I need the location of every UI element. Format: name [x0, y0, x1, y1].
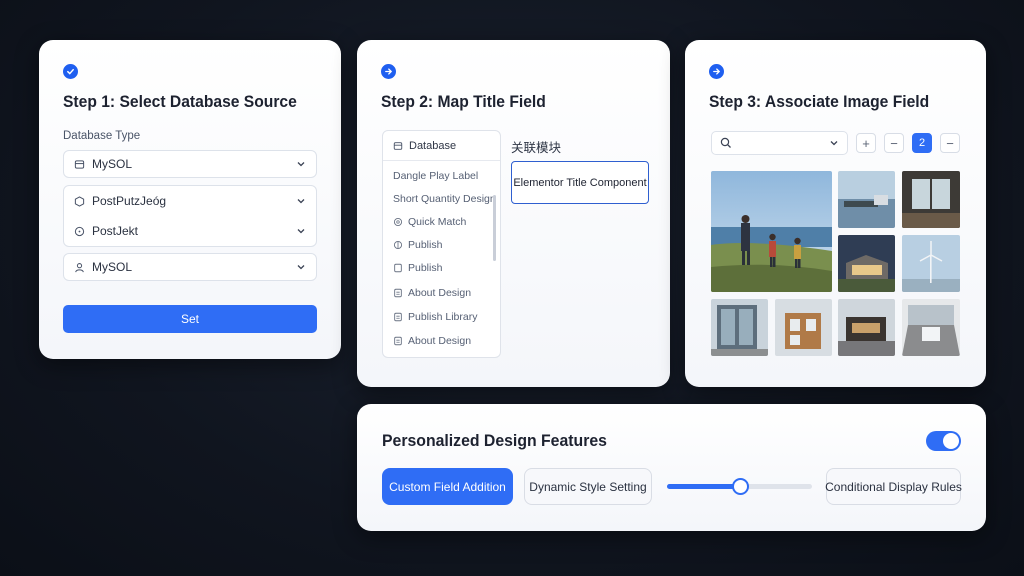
search-icon	[720, 137, 732, 149]
image-wood-facade[interactable]	[775, 299, 832, 356]
list-item-label: Quick Match	[408, 216, 467, 228]
arrow-right-icon	[709, 64, 724, 79]
check-icon	[63, 64, 78, 79]
image-wind-turbine[interactable]	[902, 235, 960, 292]
step2-title: Step 2: Map Title Field	[381, 92, 546, 111]
list-item[interactable]: Quick Match	[383, 212, 500, 232]
gear-icon	[393, 217, 403, 227]
select-value: PostJekt	[92, 224, 139, 238]
list-item-label: Publish	[408, 262, 443, 274]
document-icon	[393, 336, 403, 346]
field-list: Database Dangle Play Label Short Quantit…	[382, 130, 501, 358]
related-module-label: 关联模块	[511, 140, 562, 155]
list-item-label: Publish	[408, 239, 443, 251]
features-card: Personalized Design Features Custom Fiel…	[357, 404, 986, 531]
database-select-postputz[interactable]: PostPutzJeóg	[64, 186, 316, 216]
arrow-right-icon	[381, 64, 396, 79]
conditional-display-rules-button[interactable]: Conditional Display Rules	[825, 468, 962, 505]
field-list-header[interactable]: Database	[383, 131, 500, 161]
document-icon	[393, 263, 403, 273]
list-item-label: Publish Library	[408, 311, 478, 323]
chevron-down-icon	[829, 138, 839, 148]
step3-card: Step 3: Associate Image Field + − 2 −	[685, 40, 986, 387]
user-icon	[74, 262, 85, 273]
features-title: Personalized Design Features	[382, 431, 607, 450]
image-family-coast[interactable]	[711, 171, 832, 292]
list-item[interactable]: About Design	[383, 283, 500, 303]
list-item-label: Dangle Play Label	[393, 170, 479, 182]
elementor-title-dropzone[interactable]: Elementor Title Component	[511, 161, 649, 204]
remove-button[interactable]: −	[884, 133, 904, 153]
database-select-group: PostPutzJeóg PostJekt	[63, 185, 317, 247]
document-icon	[393, 288, 403, 298]
circle-dots-icon	[74, 226, 85, 237]
step1-title: Step 1: Select Database Source	[63, 92, 297, 111]
image-dark-cabin[interactable]	[838, 299, 895, 356]
slider-fill	[667, 484, 740, 489]
set-button[interactable]: Set	[63, 305, 317, 333]
chevron-down-icon	[296, 159, 306, 169]
database-select-mysql-2[interactable]: MySOL	[63, 253, 317, 281]
add-button[interactable]: +	[856, 133, 876, 153]
image-modern-house[interactable]	[838, 235, 895, 292]
collapse-button[interactable]: −	[940, 133, 960, 153]
dynamic-style-setting-button[interactable]: Dynamic Style Setting	[524, 468, 652, 505]
select-value: MySOL	[92, 260, 133, 274]
database-type-label: Database Type	[63, 130, 141, 142]
list-item-label: About Design	[408, 335, 472, 347]
image-glass-building[interactable]	[711, 299, 768, 356]
page-2-button[interactable]: 2	[912, 133, 932, 153]
list-item[interactable]: About Design	[383, 331, 500, 351]
list-item-label: Short Quantity Design	[393, 193, 496, 205]
list-item-label: About Design	[408, 287, 472, 299]
step3-title: Step 3: Associate Image Field	[709, 92, 930, 111]
list-item[interactable]: Publish	[383, 258, 500, 278]
list-item[interactable]: Publish Library	[383, 307, 500, 327]
list-header-label: Database	[409, 139, 457, 152]
list-item[interactable]: Dangle Play Label	[383, 166, 500, 186]
database-icon	[393, 141, 403, 151]
hexagon-icon	[74, 195, 85, 207]
custom-field-addition-button[interactable]: Custom Field Addition	[382, 468, 513, 505]
list-scrollbar[interactable]	[493, 195, 496, 261]
list-item[interactable]: Short Quantity Design	[383, 189, 500, 209]
database-select-postjekt[interactable]: PostJekt	[64, 216, 316, 246]
image-atrium[interactable]	[902, 299, 960, 356]
document-icon	[393, 312, 403, 322]
chevron-down-icon	[296, 226, 306, 236]
database-select-mysql[interactable]: MySOL	[63, 150, 317, 178]
database-icon	[74, 159, 85, 170]
select-value: PostPutzJeóg	[92, 194, 167, 208]
list-item[interactable]: Publish	[383, 235, 500, 255]
image-interior-window[interactable]	[902, 171, 960, 228]
select-value: MySOL	[92, 157, 133, 171]
step2-card: Step 2: Map Title Field Database Dangle …	[357, 40, 670, 387]
toggle-knob	[943, 433, 959, 449]
chevron-down-icon	[296, 196, 306, 206]
image-seaside-pier[interactable]	[838, 171, 895, 228]
slider-handle[interactable]	[731, 478, 749, 495]
image-search-input[interactable]	[711, 131, 848, 155]
step1-card: Step 1: Select Database Source Database …	[39, 40, 341, 359]
style-slider[interactable]	[667, 478, 812, 495]
chevron-down-icon	[296, 262, 306, 272]
globe-icon	[393, 240, 403, 250]
features-toggle[interactable]	[926, 431, 961, 451]
